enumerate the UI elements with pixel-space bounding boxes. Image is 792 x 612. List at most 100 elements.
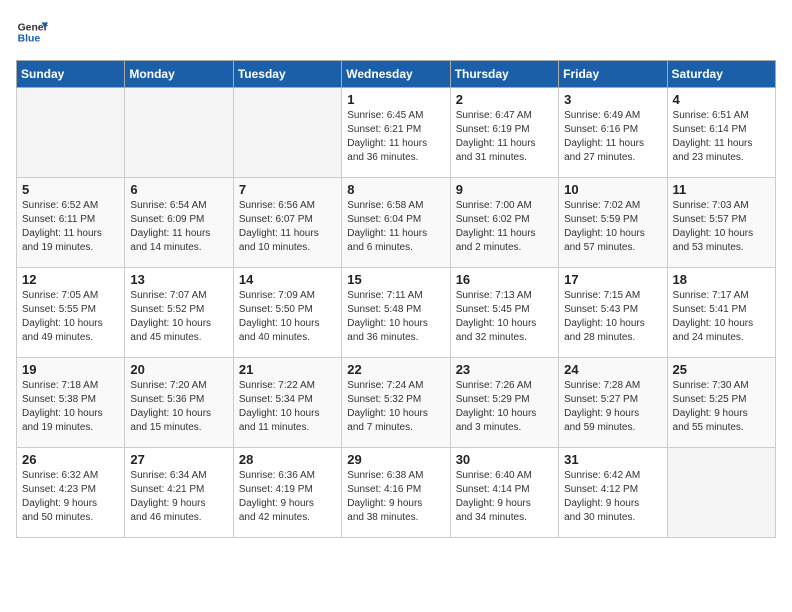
weekday-header-tuesday: Tuesday [233,61,341,88]
calendar-cell [125,88,233,178]
calendar-cell: 11 Sunrise: 7:03 AM Sunset: 5:57 PM Dayli… [667,178,775,268]
calendar-cell: 13 Sunrise: 7:07 AM Sunset: 5:52 PM Dayli… [125,268,233,358]
day-number: 30 [456,452,553,467]
day-number: 13 [130,272,227,287]
calendar-cell: 9Sunrise: 7:00 AM Sunset: 6:02 PM Daylig… [450,178,558,268]
day-info: Sunrise: 6:38 AM Sunset: 4:16 PM Dayligh… [347,469,444,525]
day-number: 23 [456,362,553,377]
day-info: Sunrise: 6:47 AM Sunset: 6:19 PM Dayligh… [456,109,553,165]
day-number: 10 [564,182,661,197]
calendar-cell: 3 Sunrise: 6:49 AM Sunset: 6:16 PM Daylig… [559,88,667,178]
day-info: Sunrise: 6:42 AM Sunset: 4:12 PM Dayligh… [564,469,661,525]
header: General Blue [16,16,776,48]
calendar-cell: 5 Sunrise: 6:52 AM Sunset: 6:11 PM Daylig… [17,178,125,268]
day-number: 18 [673,272,770,287]
day-number: 9 [456,182,553,197]
day-info: Sunrise: 7:15 AM Sunset: 5:43 PM Dayligh… [564,289,661,345]
weekday-header-monday: Monday [125,61,233,88]
day-number: 15 [347,272,444,287]
weekday-header-saturday: Saturday [667,61,775,88]
calendar-cell: 19 Sunrise: 7:18 AM Sunset: 5:38 PM Dayli… [17,358,125,448]
day-number: 5 [22,182,119,197]
calendar-cell: 17 Sunrise: 7:15 AM Sunset: 5:43 PM Dayli… [559,268,667,358]
day-info: Sunrise: 6:58 AM Sunset: 6:04 PM Dayligh… [347,199,444,255]
day-number: 28 [239,452,336,467]
calendar-cell: 12 Sunrise: 7:05 AM Sunset: 5:55 PM Dayli… [17,268,125,358]
day-info: Sunrise: 6:49 AM Sunset: 6:16 PM Dayligh… [564,109,661,165]
calendar-cell: 20 Sunrise: 7:20 AM Sunset: 5:36 PM Dayli… [125,358,233,448]
calendar-cell: 28 Sunrise: 6:36 AM Sunset: 4:19 PM Dayli… [233,448,341,538]
day-info: Sunrise: 7:05 AM Sunset: 5:55 PM Dayligh… [22,289,119,345]
day-number: 17 [564,272,661,287]
day-info: Sunrise: 7:22 AM Sunset: 5:34 PM Dayligh… [239,379,336,435]
day-number: 3 [564,92,661,107]
day-info: Sunrise: 6:40 AM Sunset: 4:14 PM Dayligh… [456,469,553,525]
calendar-cell: 4Sunrise: 6:51 AM Sunset: 6:14 PM Daylig… [667,88,775,178]
weekday-header-sunday: Sunday [17,61,125,88]
day-info: Sunrise: 7:18 AM Sunset: 5:38 PM Dayligh… [22,379,119,435]
calendar-cell: 29 Sunrise: 6:38 AM Sunset: 4:16 PM Dayli… [342,448,450,538]
day-info: Sunrise: 6:34 AM Sunset: 4:21 PM Dayligh… [130,469,227,525]
calendar-cell: 27 Sunrise: 6:34 AM Sunset: 4:21 PM Dayli… [125,448,233,538]
calendar-cell [233,88,341,178]
calendar-cell: 14 Sunrise: 7:09 AM Sunset: 5:50 PM Dayli… [233,268,341,358]
day-number: 24 [564,362,661,377]
logo: General Blue [16,16,48,48]
calendar-cell [17,88,125,178]
day-info: Sunrise: 7:09 AM Sunset: 5:50 PM Dayligh… [239,289,336,345]
calendar-cell: 1 Sunrise: 6:45 AM Sunset: 6:21 PM Daylig… [342,88,450,178]
calendar-cell: 7 Sunrise: 6:56 AM Sunset: 6:07 PM Daylig… [233,178,341,268]
day-number: 22 [347,362,444,377]
day-number: 26 [22,452,119,467]
day-number: 31 [564,452,661,467]
calendar-cell: 24 Sunrise: 7:28 AM Sunset: 5:27 PM Dayli… [559,358,667,448]
logo-icon: General Blue [16,16,48,48]
calendar-cell [667,448,775,538]
day-info: Sunrise: 6:56 AM Sunset: 6:07 PM Dayligh… [239,199,336,255]
day-info: Sunrise: 7:24 AM Sunset: 5:32 PM Dayligh… [347,379,444,435]
day-number: 21 [239,362,336,377]
day-info: Sunrise: 7:07 AM Sunset: 5:52 PM Dayligh… [130,289,227,345]
calendar-cell: 2 Sunrise: 6:47 AM Sunset: 6:19 PM Daylig… [450,88,558,178]
svg-text:Blue: Blue [18,34,41,45]
day-number: 19 [22,362,119,377]
day-info: Sunrise: 7:03 AM Sunset: 5:57 PM Dayligh… [673,199,770,255]
calendar-cell: 8 Sunrise: 6:58 AM Sunset: 6:04 PM Daylig… [342,178,450,268]
day-info: Sunrise: 7:11 AM Sunset: 5:48 PM Dayligh… [347,289,444,345]
day-number: 1 [347,92,444,107]
day-number: 20 [130,362,227,377]
day-number: 29 [347,452,444,467]
calendar-cell: 10 Sunrise: 7:02 AM Sunset: 5:59 PM Dayli… [559,178,667,268]
day-info: Sunrise: 7:13 AM Sunset: 5:45 PM Dayligh… [456,289,553,345]
calendar-cell: 30 Sunrise: 6:40 AM Sunset: 4:14 PM Dayli… [450,448,558,538]
calendar-cell: 16 Sunrise: 7:13 AM Sunset: 5:45 PM Dayli… [450,268,558,358]
day-info: Sunrise: 6:32 AM Sunset: 4:23 PM Dayligh… [22,469,119,525]
day-number: 8 [347,182,444,197]
day-number: 14 [239,272,336,287]
day-info: Sunrise: 6:52 AM Sunset: 6:11 PM Dayligh… [22,199,119,255]
calendar-cell: 18 Sunrise: 7:17 AM Sunset: 5:41 PM Dayli… [667,268,775,358]
day-info: Sunrise: 7:20 AM Sunset: 5:36 PM Dayligh… [130,379,227,435]
day-info: Sunrise: 7:26 AM Sunset: 5:29 PM Dayligh… [456,379,553,435]
day-number: 11 [673,182,770,197]
day-number: 27 [130,452,227,467]
day-info: Sunrise: 7:28 AM Sunset: 5:27 PM Dayligh… [564,379,661,435]
calendar-table: SundayMondayTuesdayWednesdayThursdayFrid… [16,60,776,538]
day-info: Sunrise: 6:36 AM Sunset: 4:19 PM Dayligh… [239,469,336,525]
weekday-header-wednesday: Wednesday [342,61,450,88]
calendar-cell: 22 Sunrise: 7:24 AM Sunset: 5:32 PM Dayli… [342,358,450,448]
day-info: Sunrise: 6:54 AM Sunset: 6:09 PM Dayligh… [130,199,227,255]
day-number: 6 [130,182,227,197]
day-info: Sunrise: 6:45 AM Sunset: 6:21 PM Dayligh… [347,109,444,165]
day-number: 2 [456,92,553,107]
calendar-cell: 23 Sunrise: 7:26 AM Sunset: 5:29 PM Dayli… [450,358,558,448]
day-number: 12 [22,272,119,287]
calendar-cell: 21 Sunrise: 7:22 AM Sunset: 5:34 PM Dayli… [233,358,341,448]
calendar-cell: 26 Sunrise: 6:32 AM Sunset: 4:23 PM Dayli… [17,448,125,538]
day-info: Sunrise: 6:51 AM Sunset: 6:14 PM Dayligh… [673,109,770,165]
day-info: Sunrise: 7:17 AM Sunset: 5:41 PM Dayligh… [673,289,770,345]
day-number: 7 [239,182,336,197]
day-info: Sunrise: 7:02 AM Sunset: 5:59 PM Dayligh… [564,199,661,255]
day-number: 16 [456,272,553,287]
calendar-cell: 6 Sunrise: 6:54 AM Sunset: 6:09 PM Daylig… [125,178,233,268]
